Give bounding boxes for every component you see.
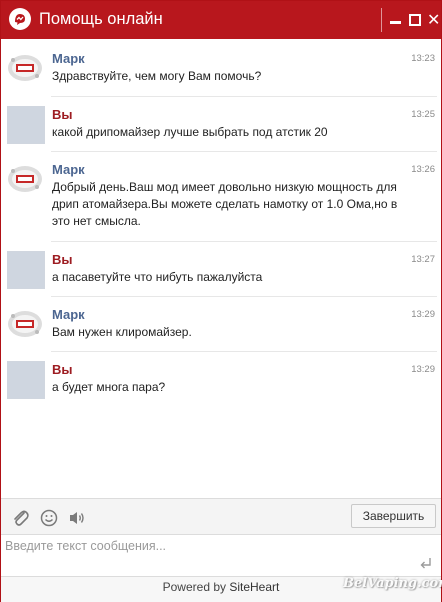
message-text: а пасаветуйте что нибуть пажалуйста: [52, 270, 263, 284]
chat-window: Помощь онлайн ✕ Марк 13:23 Здравствуйте,…: [0, 0, 442, 602]
chat-logo-icon: [9, 8, 31, 30]
message-item: Марк 13:23 Здравствуйте, чем могу Вам по…: [1, 41, 441, 97]
message-text: Добрый день.Ваш мод имеет довольно низку…: [52, 180, 398, 228]
powered-by-label: Powered by: [162, 580, 230, 594]
message-item: Вы 13:27 а пасаветуйте что нибуть пажалу…: [1, 242, 441, 297]
message-time: 13:29: [411, 364, 435, 375]
chat-title: Помощь онлайн: [39, 10, 163, 28]
message-sender: Марк: [52, 51, 85, 66]
watermark: BelVaping.com: [343, 576, 442, 591]
message-time: 13:27: [411, 254, 435, 265]
siteheart-link[interactable]: SiteHeart: [229, 580, 279, 594]
operator-avatar: [7, 50, 43, 86]
message-item: Вы 13:29 а будет многа пара?: [1, 352, 441, 406]
message-list: Марк 13:23 Здравствуйте, чем могу Вам по…: [1, 41, 441, 496]
operator-avatar: [7, 161, 43, 197]
message-input-area: [1, 534, 441, 576]
message-text: какой дрипомайзер лучше выбрать под атст…: [52, 125, 328, 139]
message-time: 13:26: [411, 164, 435, 175]
user-avatar: [7, 251, 45, 289]
message-sender: Марк: [52, 162, 85, 177]
user-avatar: [7, 361, 45, 399]
message-sender: Вы: [52, 252, 73, 267]
message-text: а будет многа пара?: [52, 380, 166, 394]
enter-icon[interactable]: [419, 556, 433, 575]
message-time: 13:23: [411, 53, 435, 64]
paperclip-icon[interactable]: [11, 508, 31, 528]
message-text: Здравствуйте, чем могу Вам помочь?: [52, 69, 262, 83]
header-divider: [381, 8, 382, 32]
message-item: Марк 13:26 Добрый день.Ваш мод имеет дов…: [1, 152, 441, 242]
chat-toolbar: Завершить: [1, 498, 441, 535]
message-time: 13:25: [411, 109, 435, 120]
smiley-icon[interactable]: [39, 508, 59, 528]
operator-avatar: [7, 306, 43, 342]
message-time: 13:29: [411, 309, 435, 320]
close-icon[interactable]: ✕: [425, 9, 442, 29]
finish-chat-button[interactable]: Завершить: [351, 504, 436, 528]
message-sender: Марк: [52, 307, 85, 322]
speaker-icon[interactable]: [67, 508, 87, 528]
message-item: Марк 13:29 Вам нужен клиромайзер.: [1, 297, 441, 352]
chat-header: Помощь онлайн ✕: [1, 1, 441, 39]
user-avatar: [7, 106, 45, 144]
message-sender: Вы: [52, 362, 73, 377]
message-text: Вам нужен клиромайзер.: [52, 325, 192, 339]
minimize-icon[interactable]: [387, 9, 405, 29]
message-item: Вы 13:25 какой дрипомайзер лучше выбрать…: [1, 97, 441, 152]
message-input[interactable]: [3, 537, 425, 575]
maximize-icon[interactable]: [406, 9, 424, 29]
message-sender: Вы: [52, 107, 73, 122]
